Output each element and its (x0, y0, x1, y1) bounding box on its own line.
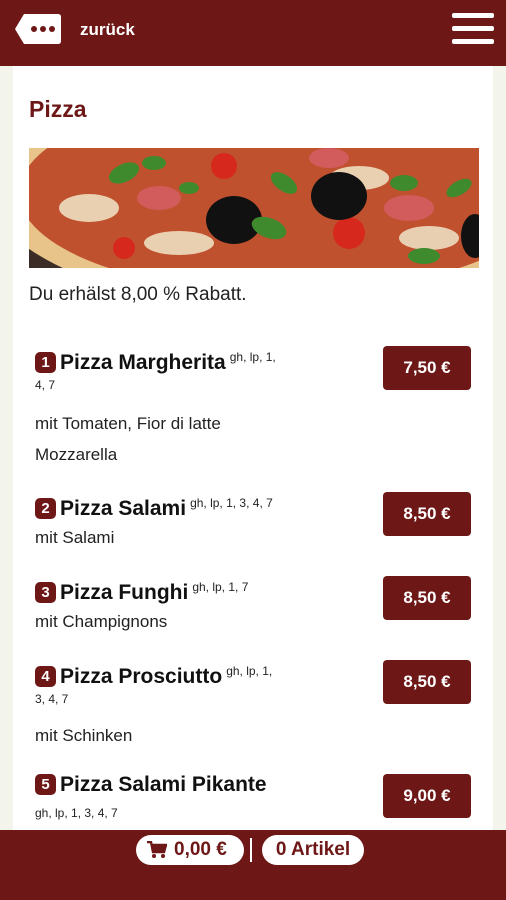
item-number-badge: 1 (35, 352, 56, 373)
article-count-button[interactable]: 0 Artikel (262, 835, 364, 865)
item-name[interactable]: Pizza Funghi (60, 581, 188, 604)
item-name[interactable]: Pizza Salami (60, 497, 186, 520)
menu-item: 5 Pizza Salami Pikante gh, lp, 1, 3, 4, 7… (35, 774, 475, 830)
item-description: mit Schinken (35, 726, 133, 745)
item-allergens: gh, lp, 1, (226, 664, 273, 678)
top-bar: zurück (0, 0, 506, 66)
menu-item: 4 Pizza Prosciutto gh, lp, 1, 3, 4, 7 mit … (35, 660, 475, 760)
menu-item: 3 Pizza Funghi gh, lp, 1, 7 mit Champignon… (35, 576, 475, 640)
item-allergens: gh, lp, 1, 3, 4, 7 (190, 496, 273, 510)
divider (250, 838, 252, 862)
back-button[interactable] (14, 12, 62, 46)
price-button[interactable]: 8,50 € (383, 576, 471, 620)
price-button[interactable]: 9,00 € (383, 774, 471, 818)
item-name[interactable]: Pizza Salami Pikante (60, 773, 267, 796)
item-description-cont: Mozzarella (35, 445, 118, 464)
item-name[interactable]: Pizza Prosciutto (60, 665, 222, 688)
menu-item: 2 Pizza Salami gh, lp, 1, 3, 4, 7 mit Sala… (35, 492, 475, 556)
pizza-photo (29, 148, 479, 268)
hamburger-menu-icon[interactable] (452, 12, 494, 46)
cart-total-button[interactable]: 0,00 € (136, 835, 244, 865)
item-name[interactable]: Pizza Margherita (60, 351, 226, 374)
shopping-cart-icon (147, 841, 167, 858)
item-allergens: gh, lp, 1, (229, 350, 276, 364)
price-button[interactable]: 8,50 € (383, 492, 471, 536)
item-description: mit Salami (35, 528, 115, 547)
item-number-badge: 3 (35, 582, 56, 603)
category-title: Pizza (29, 96, 87, 122)
item-allergens-cont: 4, 7 (35, 378, 56, 392)
item-number-badge: 4 (35, 666, 56, 687)
cart-bar: 0,00 € 0 Artikel (0, 830, 506, 900)
item-description: mit Tomaten, Fior di latte (35, 414, 221, 433)
item-allergens-cont: 3, 4, 7 (35, 692, 69, 706)
item-description: mit Champignons (35, 612, 168, 631)
menu-item: 1 Pizza Margherita gh, lp, 1, 4, 7 mit Tom… (35, 346, 475, 476)
discount-text: Du erhälst 8,00 % Rabatt. (29, 284, 247, 305)
cart-total: 0,00 € (174, 839, 227, 860)
back-label[interactable]: zurück (80, 20, 135, 40)
item-number-badge: 5 (35, 774, 56, 795)
price-button[interactable]: 7,50 € (383, 346, 471, 390)
item-allergens: gh, lp, 1, 3, 4, 7 (35, 806, 118, 820)
item-allergens: gh, lp, 1, 7 (192, 580, 249, 594)
chat-bubble-dots-icon (15, 14, 61, 44)
item-number-badge: 2 (35, 498, 56, 519)
menu-content: Pizza Du erhälst 8,00 % Rabatt. 1 Pizza … (13, 66, 493, 830)
price-button[interactable]: 8,50 € (383, 660, 471, 704)
